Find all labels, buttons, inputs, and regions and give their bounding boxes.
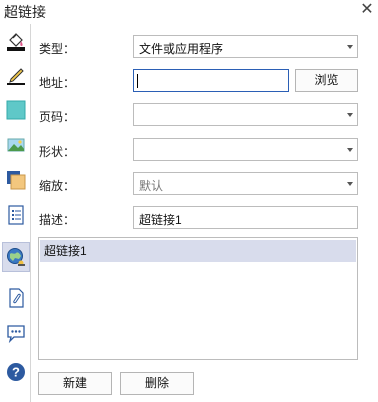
page-label: 页码： xyxy=(39,110,76,124)
shadow-tab[interactable] xyxy=(2,165,30,195)
pen-line-icon xyxy=(7,68,25,85)
browse-button[interactable]: 浏览 xyxy=(295,69,358,92)
hyperlink-globe-icon xyxy=(7,248,25,266)
zoom-select-value: 默认 xyxy=(139,179,164,193)
close-button[interactable]: ✕ xyxy=(357,0,377,20)
description-input[interactable]: 超链接1 xyxy=(133,206,358,229)
type-select-value: 文件或应用程序 xyxy=(139,42,224,56)
hyperlink-tab[interactable] xyxy=(2,242,30,272)
address-input[interactable] xyxy=(133,69,289,92)
address-label: 地址： xyxy=(39,76,76,90)
shape-label: 形状： xyxy=(39,145,76,159)
svg-text:?: ? xyxy=(12,365,20,380)
delete-button[interactable]: 删除 xyxy=(120,372,194,395)
attachment-tab[interactable] xyxy=(2,283,30,313)
title-bar: 超链接 ✕ xyxy=(0,0,378,22)
zoom-select[interactable]: 默认 xyxy=(133,172,358,195)
properties-tab[interactable] xyxy=(2,200,30,230)
chevron-down-icon xyxy=(347,45,353,49)
fill-tab[interactable] xyxy=(2,26,30,56)
help-tab[interactable]: ? xyxy=(2,357,30,387)
color-square-icon xyxy=(6,100,26,120)
color-tab[interactable] xyxy=(2,95,30,125)
hyperlink-list[interactable]: 超链接1 xyxy=(38,237,358,360)
list-item[interactable]: 超链接1 xyxy=(40,240,356,262)
chevron-down-icon xyxy=(347,113,353,117)
line-tab[interactable] xyxy=(2,60,30,90)
image-tab[interactable] xyxy=(2,130,30,160)
text-cursor xyxy=(137,74,138,88)
help-icon: ? xyxy=(7,363,25,381)
fill-icon xyxy=(7,33,25,51)
list-document-icon xyxy=(8,205,24,225)
page-select[interactable] xyxy=(133,103,358,126)
zoom-label: 缩放： xyxy=(39,179,76,193)
type-select[interactable]: 文件或应用程序 xyxy=(133,35,358,58)
window-title: 超链接 xyxy=(4,4,46,20)
attachment-icon xyxy=(9,288,24,308)
new-button[interactable]: 新建 xyxy=(38,372,112,395)
shape-select[interactable] xyxy=(133,138,358,161)
comment-icon xyxy=(7,325,25,344)
chevron-down-icon xyxy=(347,148,353,152)
description-input-value: 超链接1 xyxy=(139,213,182,227)
image-icon xyxy=(7,138,25,152)
sidebar: ? xyxy=(0,24,31,402)
shadow-square-icon xyxy=(7,171,26,190)
type-label: 类型： xyxy=(39,42,76,56)
comment-tab[interactable] xyxy=(2,318,30,348)
description-label: 描述： xyxy=(39,213,76,227)
chevron-down-icon xyxy=(347,182,353,186)
